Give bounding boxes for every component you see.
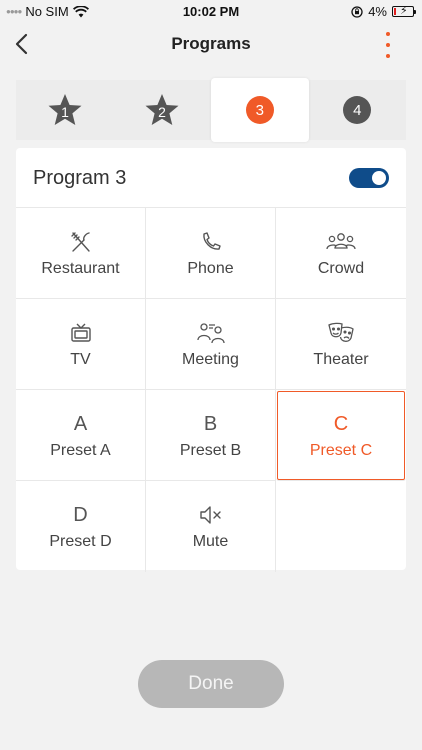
star-icon: 2 [145, 94, 179, 125]
program-phone[interactable]: Phone [146, 208, 276, 299]
more-options-button[interactable] [382, 30, 394, 60]
orientation-lock-icon [351, 5, 363, 18]
status-bar: ●●●● No SIM 10:02 PM 4% ⚡ [0, 0, 422, 22]
preset-letter: B [203, 413, 218, 435]
program-crowd[interactable]: Crowd [276, 208, 406, 299]
battery-percent: 4% [368, 4, 387, 19]
program-tabs: 1 2 3 4 [16, 78, 407, 142]
tab-program-1[interactable]: 1 [16, 80, 114, 140]
speaker-mute-icon [198, 503, 224, 527]
program-preset-c[interactable]: C Preset C [276, 390, 406, 481]
cell-label: Preset C [309, 442, 373, 459]
battery-icon: ⚡ [392, 5, 416, 17]
preset-letter: D [73, 504, 88, 526]
tab-number: 1 [61, 104, 69, 120]
tab-program-3[interactable]: 3 [211, 78, 309, 142]
program-theater[interactable]: Theater [276, 299, 406, 390]
toggle-knob [372, 171, 386, 185]
preset-letter: C [333, 413, 349, 435]
tab-program-2[interactable]: 2 [114, 80, 212, 140]
program-preset-b[interactable]: B Preset B [146, 390, 276, 481]
cell-label: Meeting [182, 351, 239, 368]
program-header: Program 3 [16, 148, 406, 208]
tab-number-badge: 3 [245, 96, 274, 124]
cell-label: Preset A [50, 442, 111, 459]
tab-number-badge: 4 [343, 96, 372, 124]
cell-label: TV [70, 351, 91, 368]
cell-label: Phone [187, 260, 234, 277]
empty-cell [276, 481, 406, 572]
letter-d-icon: D [73, 503, 87, 527]
letter-b-icon: B [204, 412, 217, 436]
preset-letter: A [73, 413, 88, 435]
cell-label: Mute [192, 533, 229, 550]
fork-knife-icon [69, 230, 93, 254]
theater-masks-icon [327, 321, 355, 345]
program-grid: Restaurant Phone Crowd TV Meeting Theate… [16, 208, 406, 572]
program-restaurant[interactable]: Restaurant [16, 208, 146, 299]
status-right: 4% ⚡ [351, 4, 416, 19]
tab-program-4[interactable]: 4 [309, 80, 407, 140]
tab-number: 2 [158, 104, 166, 120]
program-mute[interactable]: Mute [146, 481, 276, 572]
meeting-icon [195, 321, 227, 345]
letter-a-icon: A [74, 412, 87, 436]
program-preset-a[interactable]: A Preset A [16, 390, 146, 481]
cell-label: Preset B [179, 442, 242, 459]
nav-bar: Programs [0, 22, 422, 66]
program-tv[interactable]: TV [16, 299, 146, 390]
cell-label: Preset D [49, 533, 112, 550]
program-name: Program 3 [33, 167, 127, 189]
page-title: Programs [171, 34, 251, 53]
more-vertical-icon [386, 32, 390, 36]
tv-icon [69, 321, 93, 345]
program-enabled-toggle[interactable] [349, 168, 389, 188]
phone-icon [199, 230, 223, 254]
program-card: Program 3 Restaurant Phone Crowd TV Meet… [16, 148, 406, 572]
letter-c-icon: C [334, 412, 348, 436]
crowd-icon [325, 230, 357, 254]
star-icon: 1 [48, 94, 82, 125]
program-preset-d[interactable]: D Preset D [16, 481, 146, 572]
cell-label: Crowd [317, 260, 365, 277]
done-button[interactable]: Done [138, 660, 284, 708]
cell-label: Theater [313, 351, 369, 368]
cell-label: Restaurant [41, 260, 120, 277]
program-meeting[interactable]: Meeting [146, 299, 276, 390]
